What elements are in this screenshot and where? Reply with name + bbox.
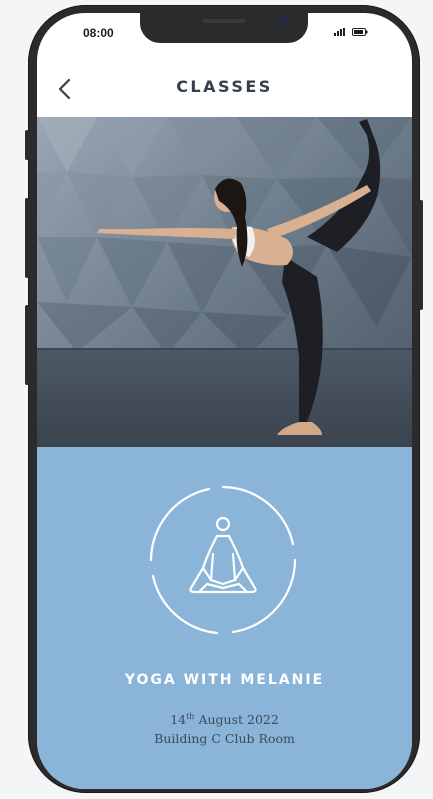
signal-icon [334, 28, 345, 36]
yoga-photo [37, 117, 412, 447]
class-date-month-year: August 2022 [198, 712, 279, 728]
page-title: CLASSES [176, 77, 273, 96]
phone-screen: 08:00 CLASSES YOGA WITH MELANIE 14th Aug… [37, 13, 412, 789]
class-info-panel: YOGA WITH MELANIE 14th August 2022 Build… [37, 447, 412, 789]
status-icons [334, 28, 368, 36]
meditation-icon [149, 485, 297, 635]
battery-icon [352, 28, 368, 36]
status-time: 08:00 [83, 26, 114, 40]
notch [140, 13, 308, 43]
class-location: Building C Club Room [154, 731, 295, 746]
class-date-day: 14 [170, 712, 187, 728]
class-title: YOGA WITH MELANIE [124, 672, 325, 688]
hero-photo [37, 117, 412, 447]
app-header: CLASSES [37, 61, 412, 117]
front-camera [279, 17, 287, 25]
phone-volume-down-button [25, 305, 29, 385]
class-date-suffix: th [186, 712, 195, 721]
notch-speaker [202, 19, 246, 23]
phone-volume-up-button [25, 198, 29, 278]
phone-power-button [419, 200, 423, 310]
class-date: 14th August 2022 [37, 712, 412, 727]
phone-side-button [25, 130, 29, 160]
